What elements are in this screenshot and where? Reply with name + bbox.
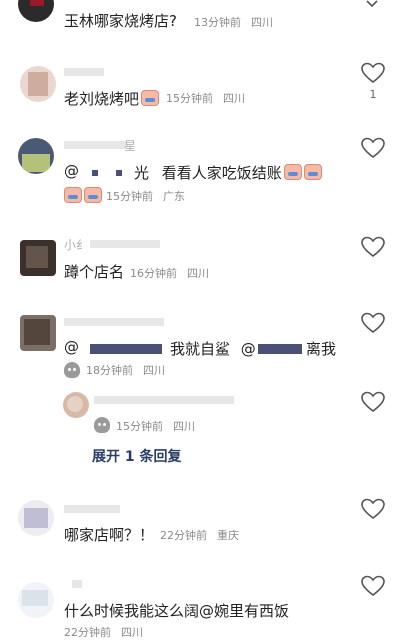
like-heart-icon[interactable] — [361, 498, 385, 520]
comment-location: 四川 — [223, 92, 245, 105]
comment-time: 18分钟前 — [86, 364, 133, 377]
avatar[interactable] — [20, 240, 56, 276]
comment-time: 15分钟前 — [106, 190, 153, 203]
username-fragment: 小纟 — [64, 238, 89, 252]
comment-text-content: 我就自鲨 — [170, 340, 231, 358]
comment-location: 四川 — [143, 364, 165, 377]
like-heart-icon[interactable] — [361, 62, 385, 84]
reply-meta: 15分钟前 四川 — [116, 418, 205, 434]
comment-meta: 22分钟前 重庆 — [160, 527, 249, 543]
comment-time: 22分钟前 — [64, 626, 111, 639]
reply-time: 15分钟前 — [116, 420, 163, 433]
mention-at[interactable]: @ — [64, 338, 79, 356]
mention-blurred[interactable] — [90, 344, 162, 354]
comment-time: 15分钟前 — [166, 92, 213, 105]
comment-text: 我就自鲨 @ — [170, 338, 256, 359]
username-blurred[interactable] — [64, 68, 104, 76]
username-blurred[interactable] — [94, 396, 234, 404]
avatar[interactable] — [18, 582, 54, 618]
comment-meta: 16分钟前 四川 — [130, 265, 219, 281]
sticker-icon — [64, 187, 82, 203]
poop-sticker-icon — [94, 415, 110, 434]
comment-location: 四川 — [251, 16, 273, 29]
mention-at[interactable]: @ — [64, 162, 79, 180]
comment-meta: 15分钟前 四川 — [166, 90, 255, 106]
avatar[interactable] — [20, 66, 56, 102]
comment-text: @ — [64, 162, 79, 180]
sticker-icon — [84, 187, 102, 203]
comment-location: 四川 — [121, 626, 143, 639]
mention-blurred[interactable] — [258, 344, 302, 354]
poop-sticker-icon — [64, 360, 80, 379]
comment-text: 蹲个店名 — [64, 263, 125, 281]
username-blurred[interactable] — [72, 580, 82, 588]
comment-meta: 15分钟前 广东 — [106, 188, 195, 204]
sticker-row — [64, 186, 104, 205]
mention-blurred[interactable] — [116, 170, 122, 176]
comment-meta: 22分钟前 四川 — [64, 624, 153, 640]
like-heart-icon[interactable] — [361, 391, 385, 413]
comment-time: 22分钟前 — [160, 529, 207, 542]
avatar[interactable] — [18, 138, 54, 174]
mention-at[interactable]: @ — [241, 340, 256, 358]
mention-name[interactable]: 光 — [134, 164, 149, 182]
comment-location: 广东 — [163, 190, 185, 203]
comment-location: 重庆 — [217, 529, 239, 542]
comment-location: 四川 — [187, 267, 209, 280]
avatar[interactable] — [18, 500, 54, 536]
comment-text-content: 老刘烧烤吧 — [64, 90, 140, 108]
comment-text: 什么时候我能这么阔@婉里有西饭 — [64, 602, 290, 620]
username-fragment: 星 — [124, 139, 137, 153]
mention-blurred[interactable] — [92, 170, 98, 176]
username-blurred[interactable] — [64, 505, 120, 513]
username-blurred[interactable] — [64, 318, 164, 326]
like-heart-icon[interactable] — [361, 236, 385, 258]
sticker-icon — [283, 164, 302, 180]
like-heart-icon[interactable] — [361, 575, 385, 597]
like-heart-icon[interactable] — [361, 137, 385, 159]
more-icon[interactable] — [366, 0, 378, 8]
comment-meta: 18分钟前 四川 — [86, 362, 175, 378]
sticker-icon — [303, 164, 322, 180]
comment-text: 光 看看人家吃饭结账 — [134, 162, 322, 183]
avatar[interactable] — [20, 315, 56, 351]
username-blurred[interactable] — [90, 240, 160, 248]
comment-text-content: 看看人家吃饭结账 — [161, 164, 282, 182]
like-count: 1 — [369, 88, 377, 101]
reply-location: 四川 — [173, 420, 195, 433]
comment-text: @ — [64, 338, 79, 356]
comment-time: 16分钟前 — [130, 267, 177, 280]
expand-replies-button[interactable]: 展开 1 条回复 — [92, 446, 182, 466]
avatar[interactable] — [18, 0, 54, 22]
comment-text: 老刘烧烤吧 — [64, 88, 160, 109]
reply-avatar[interactable] — [63, 392, 89, 418]
comment-time: 13分钟前 — [194, 16, 241, 29]
comment-text: 玉林哪家烧烤店? — [64, 12, 177, 30]
comment-meta: 13分钟前 四川 — [194, 14, 283, 30]
sticker-icon — [141, 90, 160, 106]
comment-text-end: 离我 — [306, 340, 337, 358]
like-heart-icon[interactable] — [361, 312, 385, 334]
username-blurred[interactable] — [64, 141, 126, 149]
comment-text: 哪家店啊？！ — [64, 526, 155, 544]
